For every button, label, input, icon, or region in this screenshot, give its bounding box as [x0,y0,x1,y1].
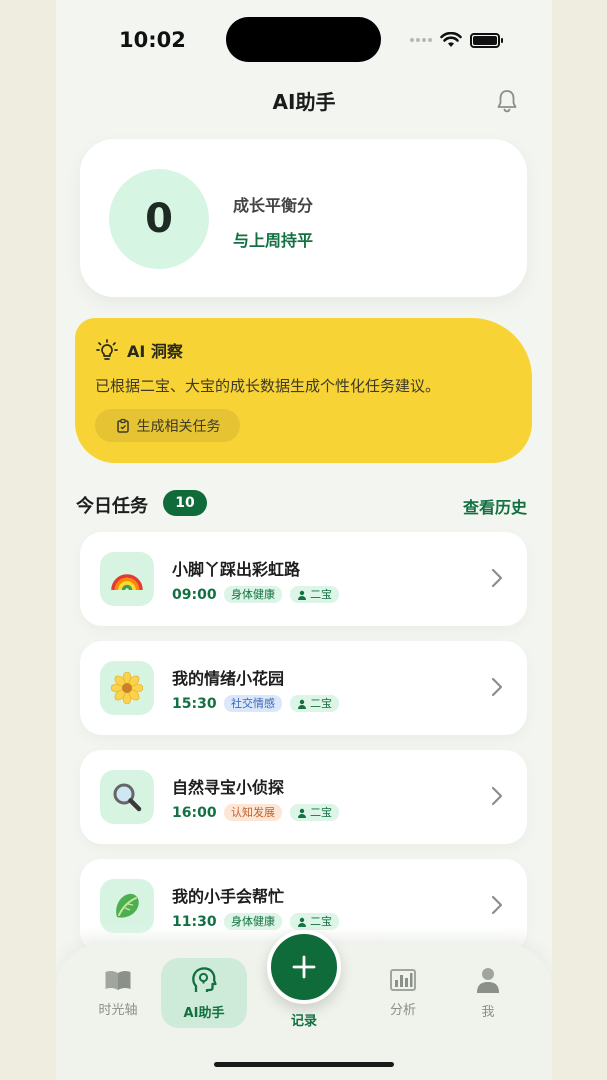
task-meta: 16:00 认知发展 二宝 [172,804,339,821]
category-tag: 社交情感 [224,695,282,712]
chevron-right-icon [491,895,503,915]
nav-item-timeline[interactable]: 时光轴 [78,958,158,1028]
nav-item-ai-assistant[interactable]: AI助手 [161,958,247,1028]
generate-tasks-button[interactable]: 生成相关任务 [95,409,240,442]
clipboard-icon [116,418,129,433]
person-icon [298,590,306,600]
book-icon [105,970,131,990]
tasks-section-title: 今日任务 [76,496,148,517]
tasks-count-badge: 10 [163,490,207,516]
person-icon [477,967,499,993]
insight-header: AI 洞察 [95,338,183,362]
flower-icon [100,661,154,715]
category-tag: 身体健康 [224,586,282,603]
phone-screen: 10:02 AI助手 0 成长平衡分 与上周持平 AI 洞察 已根据二宝、大宝的… [56,0,552,1080]
child-name: 二宝 [310,806,332,819]
insight-text: 已根据二宝、大宝的成长数据生成个性化任务建议。 [95,377,441,395]
task-meta: 15:30 社交情感 二宝 [172,695,339,712]
task-card[interactable]: 小脚丫踩出彩虹路 09:00 身体健康 二宝 [80,532,527,626]
chevron-right-icon [491,786,503,806]
child-tag: 二宝 [290,804,339,821]
magnifier-icon [100,770,154,824]
record-button[interactable] [267,930,341,1004]
signal-icon [410,38,432,42]
nav-label: 我 [481,1004,495,1020]
score-compare: 与上周持平 [233,231,314,250]
task-time: 16:00 [172,804,217,821]
task-meta: 09:00 身体健康 二宝 [172,586,339,603]
person-icon [298,699,306,709]
nav-item-me[interactable]: 我 [448,958,528,1028]
lightbulb-icon [96,339,118,360]
person-icon [298,808,306,818]
nav-label: 时光轴 [98,1002,138,1018]
task-title: 自然寻宝小侦探 [172,778,285,797]
child-tag: 二宝 [290,586,339,603]
task-card[interactable]: 自然寻宝小侦探 16:00 认知发展 二宝 [80,750,527,844]
record-label: 记录 [290,1014,317,1029]
bar-chart-icon [390,968,416,991]
task-title: 我的情绪小花园 [172,669,285,688]
battery-icon [470,32,503,48]
plus-icon [292,955,316,979]
task-title: 小脚丫踩出彩虹路 [172,560,301,579]
status-time: 10:02 [119,28,186,52]
nav-label: AI助手 [183,1005,225,1021]
insight-title: AI 洞察 [127,342,183,361]
generate-tasks-label: 生成相关任务 [136,417,221,434]
task-time: 15:30 [172,695,217,712]
task-title: 我的小手会帮忙 [172,887,285,906]
dynamic-island [226,17,381,62]
score-label: 成长平衡分 [233,196,314,215]
home-indicator[interactable] [214,1062,394,1067]
child-name: 二宝 [310,588,332,601]
score-value: 0 [109,169,209,269]
chevron-right-icon [491,568,503,588]
child-name: 二宝 [310,697,332,710]
status-icons [410,30,503,50]
page-title: AI助手 [272,90,336,114]
bell-icon[interactable] [495,88,519,114]
child-tag: 二宝 [290,695,339,712]
category-tag: 认知发展 [224,804,282,821]
nav-item-analysis[interactable]: 分析 [363,958,443,1028]
ai-head-icon [192,966,217,992]
nav-label: 分析 [389,1002,416,1018]
rainbow-icon [100,552,154,606]
chevron-right-icon [491,677,503,697]
task-time: 09:00 [172,586,217,603]
view-history-link[interactable]: 查看历史 [463,494,527,518]
status-bar: 10:02 [56,0,552,80]
wifi-icon [440,32,462,47]
score-card: 0 成长平衡分 与上周持平 [80,139,527,297]
ai-insight-card: AI 洞察 已根据二宝、大宝的成长数据生成个性化任务建议。 生成相关任务 [75,318,532,463]
bottom-nav: 时光轴 AI助手 记录 分析 我 [56,930,552,1080]
task-card[interactable]: 我的情绪小花园 15:30 社交情感 二宝 [80,641,527,735]
